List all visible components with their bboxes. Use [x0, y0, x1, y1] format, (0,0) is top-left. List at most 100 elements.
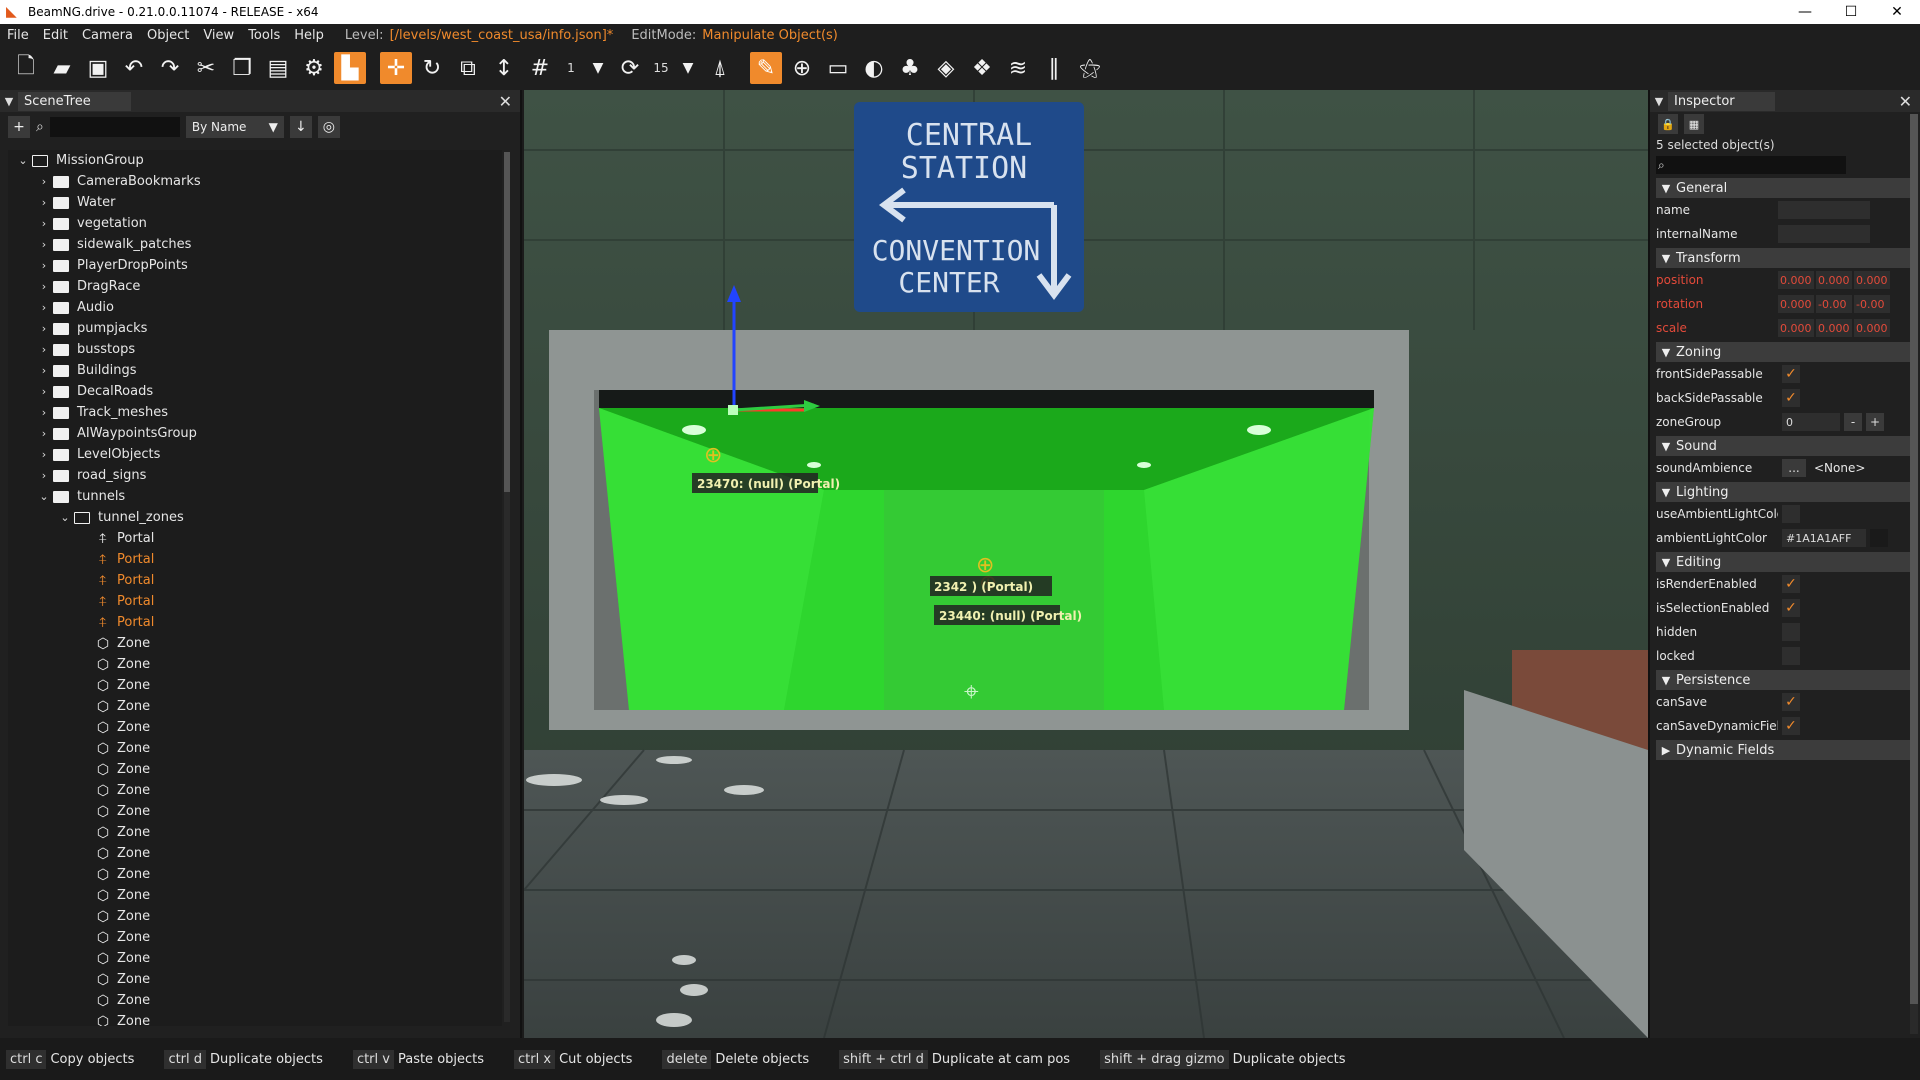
decal-tool-icon[interactable]: ❖ — [966, 52, 998, 84]
chevron-right-icon[interactable]: › — [37, 217, 51, 230]
create-object-icon[interactable]: ⊕ — [786, 52, 818, 84]
chevron-right-icon[interactable]: › — [37, 448, 51, 461]
tree-item[interactable]: ⌄ MissionGroup — [8, 150, 502, 171]
mesh-road-icon[interactable]: ◈ — [930, 52, 962, 84]
section-persistence[interactable]: ▼ Persistence — [1656, 670, 1914, 690]
locate-selection-icon[interactable]: ◎ — [317, 116, 340, 138]
vehicle-icon[interactable]: ▙ — [334, 52, 366, 84]
inspector-title[interactable]: Inspector — [1668, 91, 1775, 111]
inspector-scrollbar[interactable] — [1910, 114, 1918, 1034]
forest-tool-icon[interactable]: ♣ — [894, 52, 926, 84]
object-select-pencil-icon[interactable]: ✎ — [750, 52, 782, 84]
minimize-button[interactable]: — — [1782, 0, 1828, 24]
copy-icon[interactable]: ❐ — [226, 52, 258, 84]
settings-gear-icon[interactable]: ⚙ — [298, 52, 330, 84]
rotation-x-input[interactable]: 0.000 — [1778, 295, 1814, 313]
tree-item[interactable]: ⬡ Zone — [8, 738, 502, 759]
chevron-right-icon[interactable]: › — [37, 364, 51, 377]
menu-tools[interactable]: Tools — [241, 28, 287, 43]
chevron-right-icon[interactable]: › — [37, 196, 51, 209]
tree-item[interactable]: ⬡ Zone — [8, 1011, 502, 1027]
zonegroup-input[interactable]: 0 — [1782, 413, 1840, 431]
internalname-input[interactable] — [1778, 225, 1870, 243]
tree-item[interactable]: ⬡ Zone — [8, 927, 502, 948]
navmesh-tool-icon[interactable]: ⚝ — [1074, 52, 1106, 84]
chevron-right-icon[interactable]: › — [37, 406, 51, 419]
rotation-snap-dropdown-icon[interactable]: ▼ — [676, 52, 700, 84]
paste-icon[interactable]: ▤ — [262, 52, 294, 84]
tree-item[interactable]: › PlayerDropPoints — [8, 255, 502, 276]
grid-snap-dropdown-icon[interactable]: ▼ — [586, 52, 610, 84]
tree-item[interactable]: › LevelObjects — [8, 444, 502, 465]
position-x-input[interactable]: 0.000 — [1778, 271, 1814, 289]
scale-y-input[interactable]: 0.000 — [1816, 319, 1852, 337]
tree-item[interactable]: › CameraBookmarks — [8, 171, 502, 192]
tree-item[interactable]: ⍏ Portal — [8, 591, 502, 612]
tree-item[interactable]: › sidewalk_patches — [8, 234, 502, 255]
backsidepassable-checkbox[interactable]: ✓ — [1782, 389, 1800, 407]
tree-item[interactable]: › Track_meshes — [8, 402, 502, 423]
section-lighting[interactable]: ▼ Lighting — [1656, 482, 1914, 502]
chevron-down-icon[interactable]: ⌄ — [16, 154, 30, 167]
scenetree-scrollbar[interactable] — [504, 152, 510, 1022]
cansave-checkbox[interactable]: ✓ — [1782, 693, 1800, 711]
chevron-right-icon[interactable]: › — [37, 301, 51, 314]
translate-gizmo-icon[interactable]: ✛ — [380, 52, 412, 84]
sort-select[interactable]: By Name ▼ — [185, 116, 284, 138]
cut-icon[interactable]: ✂ — [190, 52, 222, 84]
section-editing[interactable]: ▼ Editing — [1656, 552, 1914, 572]
tree-item[interactable]: › vegetation — [8, 213, 502, 234]
chevron-right-icon[interactable]: › — [37, 385, 51, 398]
tree-item[interactable]: ⬡ Zone — [8, 948, 502, 969]
ambientlightcolor-swatch[interactable] — [1870, 529, 1888, 547]
tree-item[interactable]: ⬡ Zone — [8, 780, 502, 801]
tree-item[interactable]: › Buildings — [8, 360, 502, 381]
isselectionenabled-checkbox[interactable]: ✓ — [1782, 599, 1800, 617]
tree-item[interactable]: › Audio — [8, 297, 502, 318]
scrollbar-thumb[interactable] — [504, 152, 510, 492]
section-dynamic-fields[interactable]: ▶ Dynamic Fields — [1656, 740, 1914, 760]
tree-item[interactable]: ⬡ Zone — [8, 633, 502, 654]
rotation-z-input[interactable]: -0.00 — [1854, 295, 1890, 313]
tree-item[interactable]: ⍏ Portal — [8, 549, 502, 570]
tree-item[interactable]: › road_signs — [8, 465, 502, 486]
chevron-down-icon[interactable]: ⌄ — [37, 490, 51, 503]
scale-x-input[interactable]: 0.000 — [1778, 319, 1814, 337]
close-window-button[interactable]: ✕ — [1874, 0, 1920, 24]
name-input[interactable] — [1778, 201, 1870, 219]
zonegroup-increment-button[interactable]: + — [1866, 413, 1884, 431]
scale-gizmo-icon[interactable]: ⧉ — [452, 52, 484, 84]
tree-item[interactable]: ⌄ tunnels — [8, 486, 502, 507]
section-sound[interactable]: ▼ Sound — [1656, 436, 1914, 456]
hidden-checkbox[interactable] — [1782, 623, 1800, 641]
chevron-right-icon[interactable]: › — [37, 469, 51, 482]
soundambience-browse-button[interactable]: ... — [1782, 459, 1806, 477]
inspector-search-input[interactable]: ⌕ — [1656, 156, 1846, 174]
tree-item[interactable]: ⬡ Zone — [8, 696, 502, 717]
tree-item[interactable]: ⍏ Portal — [8, 528, 502, 549]
menu-edit[interactable]: Edit — [36, 28, 75, 43]
tree-item[interactable]: ⬡ Zone — [8, 759, 502, 780]
collapse-triangle-icon[interactable]: ▼ — [1650, 95, 1668, 108]
chevron-right-icon[interactable]: › — [37, 280, 51, 293]
add-folder-icon[interactable]: + — [8, 116, 30, 138]
3d-viewport[interactable]: CENTRAL STATION CONVENTION CENTER ⊕ ⊕ ⊕ … — [524, 90, 1648, 1038]
chevron-right-icon[interactable]: › — [37, 175, 51, 188]
tree-item[interactable]: ⌄ tunnel_zones — [8, 507, 502, 528]
new-file-icon[interactable]: 🗋 — [10, 52, 42, 84]
tree-item[interactable]: ⬡ Zone — [8, 822, 502, 843]
ambientlightcolor-input[interactable]: #1A1A1AFF — [1782, 529, 1866, 547]
chevron-right-icon[interactable]: › — [37, 259, 51, 272]
tree-item[interactable]: ⬡ Zone — [8, 654, 502, 675]
isrenderenabled-checkbox[interactable]: ✓ — [1782, 575, 1800, 593]
rotation-y-input[interactable]: -0.00 — [1816, 295, 1852, 313]
tree-item[interactable]: ⬡ Zone — [8, 990, 502, 1011]
tree-item[interactable]: ⍏ Portal — [8, 612, 502, 633]
scenetree-search-input[interactable] — [49, 117, 180, 137]
new-window-icon[interactable]: ▦ — [1684, 114, 1704, 134]
chevron-down-icon[interactable]: ⌄ — [58, 511, 72, 524]
tree-item[interactable]: › AIWaypointsGroup — [8, 423, 502, 444]
sort-direction-icon[interactable]: ↓ — [289, 116, 312, 138]
save-icon[interactable]: ▣ — [82, 52, 114, 84]
rotate-gizmo-icon[interactable]: ↻ — [416, 52, 448, 84]
